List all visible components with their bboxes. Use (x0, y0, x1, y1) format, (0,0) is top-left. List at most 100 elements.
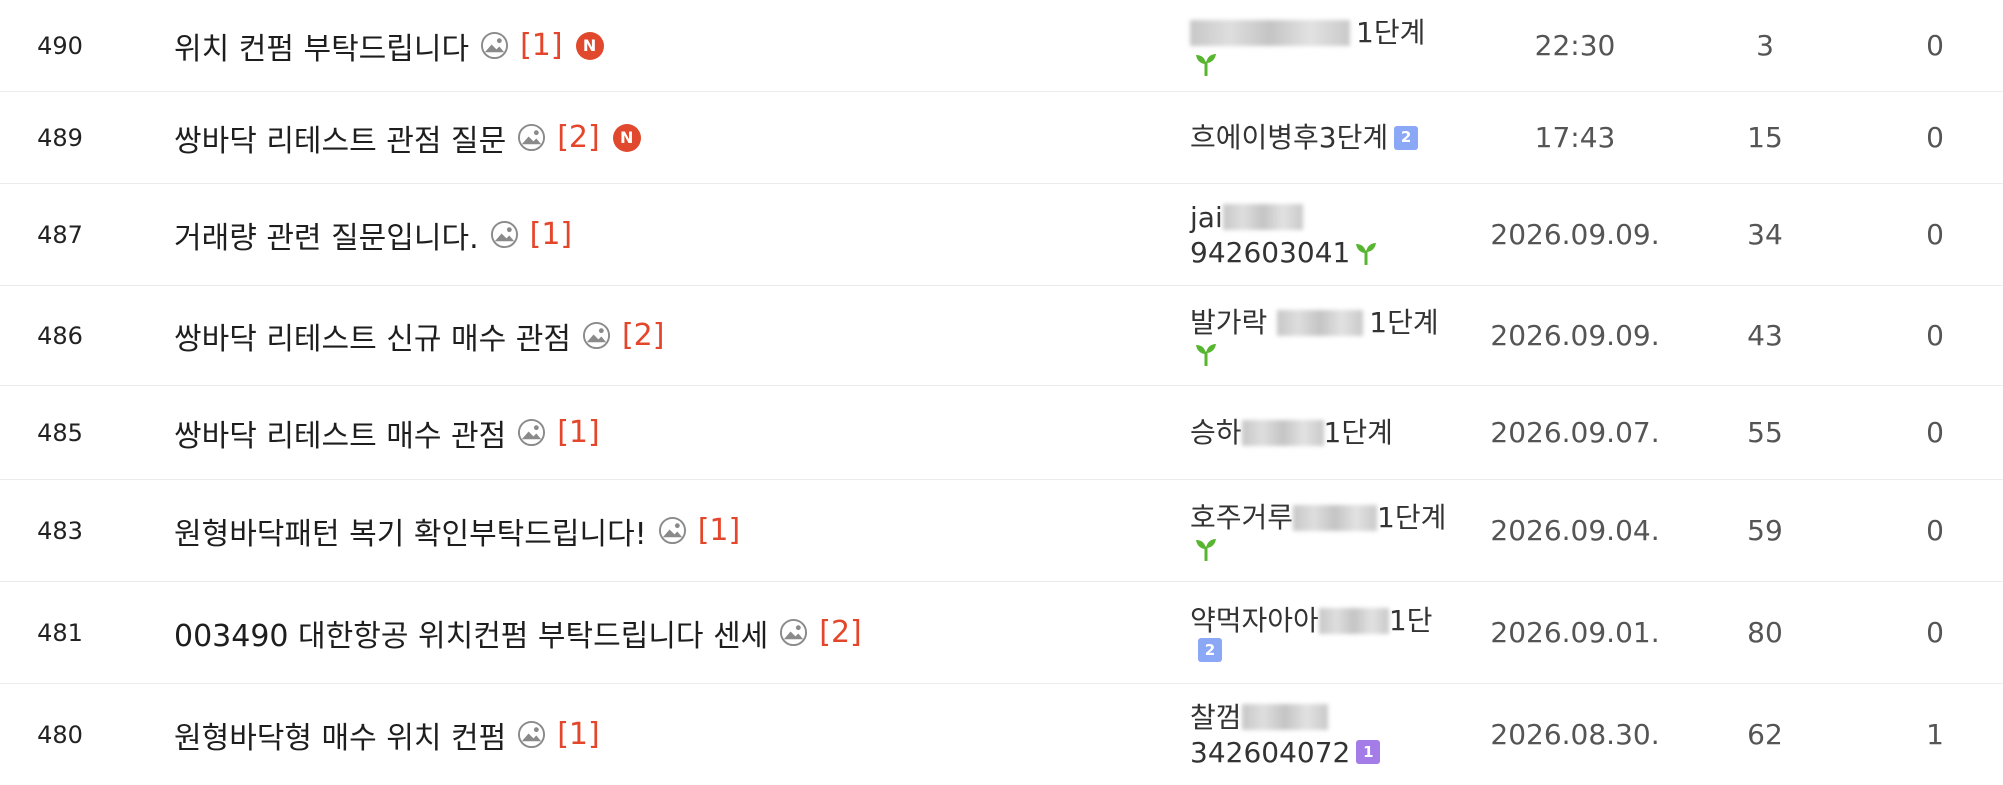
view-count: 62 (1747, 718, 1783, 751)
view-count: 80 (1747, 616, 1783, 649)
post-number: 483 (37, 516, 83, 545)
redacted-nickname (1222, 204, 1303, 230)
sprout-icon (1194, 535, 1218, 561)
new-badge: N (612, 123, 641, 152)
post-row: 483 원형바닥패턴 복기 확인부탁드립니다! [1] 호주거루 1단계 202… (0, 480, 2003, 582)
grade-1-badge: 1 (1356, 740, 1381, 764)
author-cell: 발가락 1단계 (1190, 286, 1470, 385)
comment-count[interactable]: [2] (622, 318, 665, 353)
redacted-nickname (1241, 704, 1328, 730)
post-row: 480 원형바닥형 매수 위치 컨펌 [1] 찰껌 342604072 1 20… (0, 684, 2003, 785)
author-cell: 찰껌 342604072 1 (1190, 684, 1470, 785)
view-count: 15 (1747, 121, 1783, 154)
post-row: 487 거래량 관련 질문입니다. [1] jai 942603041 2026… (0, 184, 2003, 286)
author-level: 1단 (1388, 604, 1433, 637)
redacted-nickname (1293, 504, 1378, 531)
like-count: 0 (1926, 416, 1944, 449)
comment-count[interactable]: [1] (520, 28, 563, 63)
view-count: 34 (1747, 218, 1783, 251)
post-title-link[interactable]: 003490 대한항공 위치컨펌 부탁드립니다 센세 (174, 611, 768, 655)
redacted-nickname (1190, 19, 1350, 46)
grade-2-badge: 2 (1394, 125, 1419, 150)
post-title-link[interactable]: 쌍바닥 리테스트 관점 질문 (174, 116, 506, 160)
post-date: 17:43 (1534, 121, 1616, 154)
post-row: 490 위치 컨펌 부탁드립니다 [1] N 1단계 22:30 3 0 (0, 0, 2003, 92)
post-date: 2026.08.30. (1490, 718, 1660, 751)
comment-count[interactable]: [1] (557, 415, 600, 450)
author-cell: 호주거루 1단계 (1190, 480, 1470, 581)
like-count: 0 (1926, 29, 1944, 62)
post-title-link[interactable]: 위치 컨펌 부탁드립니다 (174, 24, 469, 68)
post-title-cell: 003490 대한항공 위치컨펌 부탁드립니다 센세 [2] (174, 582, 1174, 683)
view-count: 43 (1747, 319, 1783, 352)
like-count: 0 (1926, 616, 1944, 649)
author-id[interactable]: 942603041 (1190, 235, 1350, 270)
redacted-nickname (1277, 309, 1364, 336)
image-attachment-icon (779, 618, 808, 647)
grade-2-badge: 2 (1198, 638, 1222, 662)
post-date: 2026.09.09. (1490, 319, 1660, 352)
post-date: 2026.09.09. (1490, 218, 1660, 251)
comment-count[interactable]: [1] (698, 513, 741, 548)
new-badge: N (575, 31, 604, 60)
comment-count[interactable]: [1] (557, 717, 600, 752)
post-list: 490 위치 컨펌 부탁드립니다 [1] N 1단계 22:30 3 0 489… (0, 0, 2003, 785)
comment-count[interactable]: [2] (819, 615, 862, 650)
post-title-cell: 원형바닥패턴 복기 확인부탁드립니다! [1] (174, 480, 1174, 581)
post-title-link[interactable]: 거래량 관련 질문입니다. (174, 213, 479, 257)
author-nickname[interactable]: 발가락 (1190, 305, 1267, 340)
author-cell: 1단계 (1190, 0, 1470, 91)
view-count: 55 (1747, 416, 1783, 449)
image-attachment-icon (480, 31, 509, 60)
post-number: 490 (37, 31, 83, 60)
like-count: 0 (1926, 514, 1944, 547)
view-count: 3 (1756, 29, 1774, 62)
post-number: 486 (37, 321, 83, 350)
sprout-icon (1354, 239, 1378, 265)
author-nickname[interactable]: 승하 (1190, 415, 1242, 450)
post-number: 480 (37, 720, 83, 749)
post-title-cell: 원형바닥형 매수 위치 컨펌 [1] (174, 684, 1174, 785)
view-count: 59 (1747, 514, 1783, 547)
post-number: 481 (37, 618, 83, 647)
like-count: 0 (1926, 218, 1944, 251)
post-title-cell: 쌍바닥 리테스트 매수 관점 [1] (174, 386, 1174, 479)
author-nickname[interactable]: jai (1190, 200, 1223, 235)
author-level[interactable]: 1단계 (1356, 15, 1425, 50)
post-title-link[interactable]: 쌍바닥 리테스트 매수 관점 (174, 411, 506, 455)
post-date: 22:30 (1534, 29, 1616, 62)
post-title-cell: 거래량 관련 질문입니다. [1] (174, 184, 1174, 285)
like-count: 0 (1926, 319, 1944, 352)
sprout-icon (1194, 340, 1218, 366)
image-attachment-icon (517, 720, 546, 749)
author-id[interactable]: 342604072 (1190, 735, 1350, 770)
comment-count[interactable]: [2] (557, 120, 600, 155)
author-nickname[interactable]: 약먹자아아 (1190, 603, 1319, 638)
comment-count[interactable]: [1] (530, 217, 573, 252)
post-title-link[interactable]: 원형바닥패턴 복기 확인부탁드립니다! (174, 509, 647, 553)
image-attachment-icon (582, 321, 611, 350)
author-level: 1단계 (1377, 501, 1447, 534)
post-row: 486 쌍바닥 리테스트 신규 매수 관점 [2] 발가락 1단계 2026.0… (0, 286, 2003, 386)
post-title-link[interactable]: 원형바닥형 매수 위치 컨펌 (174, 713, 506, 757)
author-nickname[interactable]: 호주거루 (1190, 500, 1293, 535)
author-cell: 승하 1단계 (1190, 386, 1470, 479)
image-attachment-icon (658, 516, 687, 545)
author-level: 1단계 (1369, 306, 1439, 339)
author-cell: 약먹자아아 1단 2 (1190, 582, 1470, 683)
post-title-cell: 쌍바닥 리테스트 신규 매수 관점 [2] (174, 286, 1174, 385)
post-row: 485 쌍바닥 리테스트 매수 관점 [1] 승하 1단계 2026.09.07… (0, 386, 2003, 480)
post-date: 2026.09.07. (1490, 416, 1660, 449)
image-attachment-icon (490, 220, 519, 249)
post-number: 487 (37, 220, 83, 249)
post-number: 485 (37, 418, 83, 447)
post-date: 2026.09.04. (1490, 514, 1660, 547)
post-row: 481 003490 대한항공 위치컨펌 부탁드립니다 센세 [2] 약먹자아아… (0, 582, 2003, 684)
redacted-nickname (1318, 607, 1389, 634)
like-count: 0 (1926, 121, 1944, 154)
author-nickname[interactable]: 찰껌 (1190, 700, 1242, 735)
post-title-link[interactable]: 쌍바닥 리테스트 신규 매수 관점 (174, 314, 571, 358)
author-nickname[interactable]: 흐에이병후3단계 (1190, 120, 1388, 155)
author-cell: jai 942603041 (1190, 184, 1470, 285)
image-attachment-icon (517, 418, 546, 447)
